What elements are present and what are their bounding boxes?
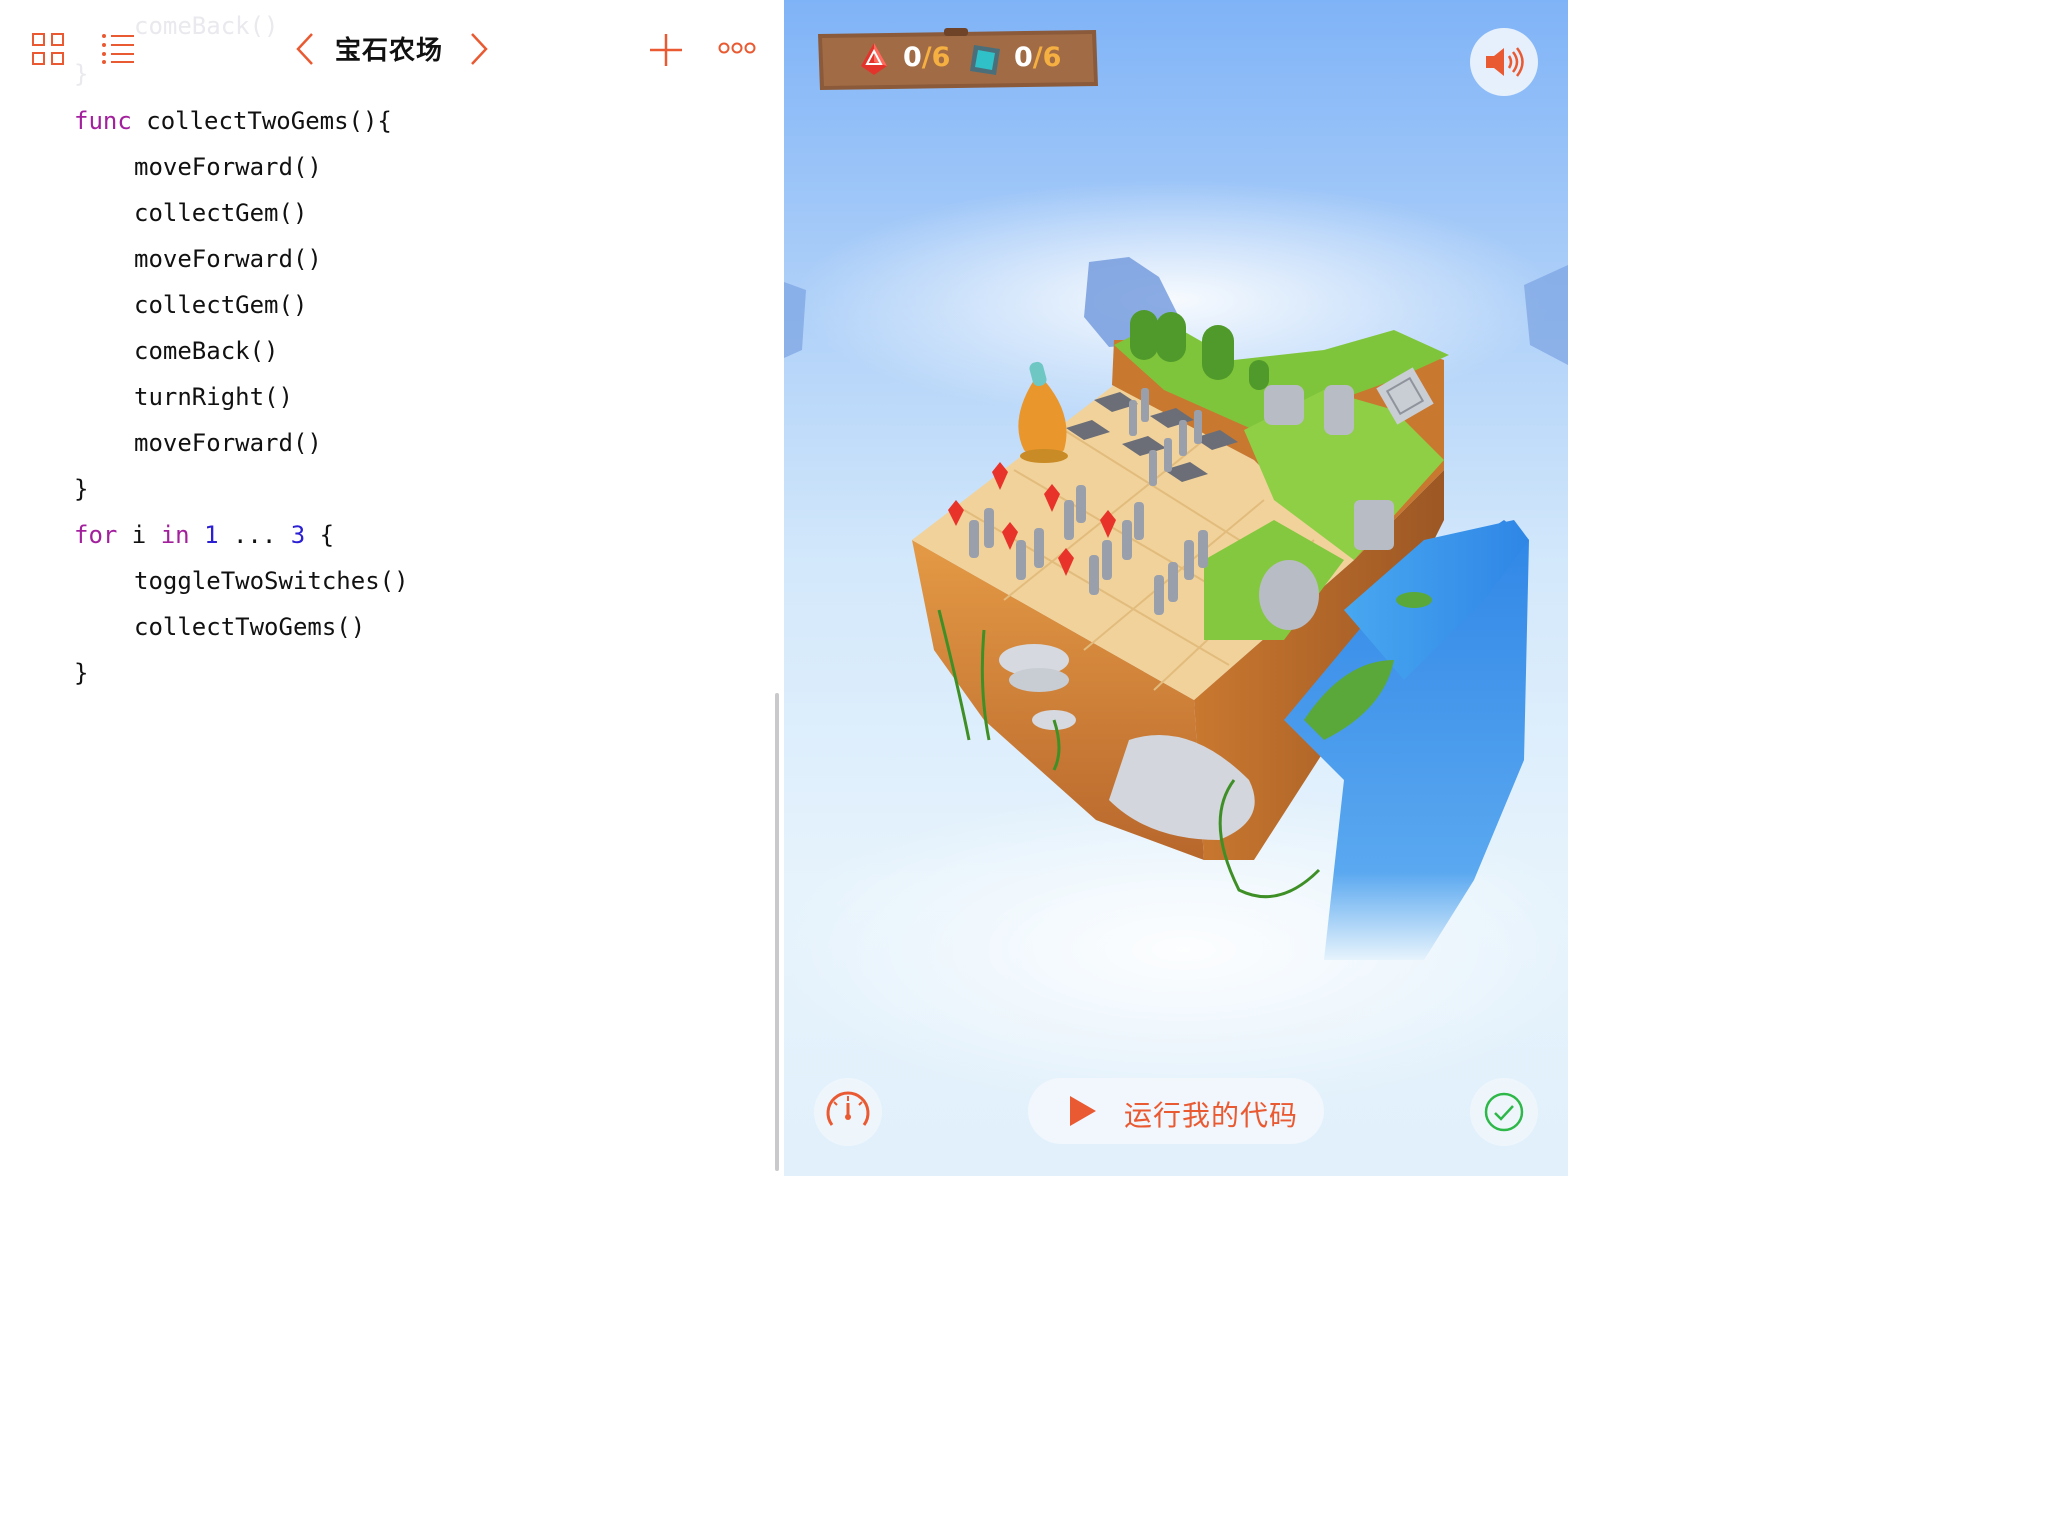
code-text: { (305, 521, 335, 549)
code-line[interactable]: } (74, 466, 409, 512)
gem-icon (861, 43, 887, 75)
sound-button[interactable] (1470, 28, 1538, 96)
gem-count: 0 (903, 42, 922, 73)
list-icon[interactable] (101, 33, 135, 69)
play-icon (1070, 1096, 1096, 1126)
gem-counter: 0/6 (903, 42, 950, 73)
code-line[interactable]: collectGem() (74, 282, 409, 328)
code-line[interactable]: for i in 1 ... 3 { (74, 512, 409, 558)
plus-icon[interactable] (649, 33, 683, 71)
keyword: for (74, 521, 118, 549)
code-line[interactable]: toggleTwoSwitches() (74, 558, 409, 604)
number-literal: 3 (290, 521, 306, 549)
puzzle-world-illustration (784, 180, 1568, 1110)
speed-button[interactable] (814, 1078, 882, 1146)
scrollbar[interactable] (775, 693, 779, 1171)
number-literal: 1 (204, 521, 219, 549)
run-code-button[interactable]: 运行我的代码 (1028, 1078, 1324, 1144)
code-line[interactable]: } (74, 650, 409, 696)
switch-counter: 0/6 (1014, 42, 1061, 73)
code-text: i (117, 521, 161, 549)
more-icon[interactable] (718, 40, 756, 60)
check-button[interactable] (1470, 1078, 1538, 1146)
code-block[interactable]: func collectTwoGems(){ moveForward() col… (74, 98, 409, 696)
code-line[interactable]: moveForward() (74, 420, 409, 466)
code-line[interactable]: moveForward() (74, 144, 409, 190)
code-text: ... (218, 521, 291, 549)
scoreboard: 0/6 0/6 (816, 28, 1098, 92)
chevron-left-icon[interactable] (294, 32, 316, 70)
code-line[interactable]: func collectTwoGems(){ (74, 98, 409, 144)
run-code-label: 运行我的代码 (1124, 1099, 1299, 1132)
grid-icon[interactable] (32, 33, 64, 69)
code-line[interactable]: comeBack() (74, 328, 409, 374)
speedometer-icon (826, 1091, 870, 1126)
page-title: 宝石农场 (335, 36, 444, 66)
checkmark-icon (1484, 1092, 1524, 1132)
puzzle-scene: 0/6 0/6 运行我的代码 (784, 0, 1568, 1176)
switch-icon (970, 45, 1000, 75)
chevron-right-icon[interactable] (468, 32, 490, 70)
speaker-icon (1486, 47, 1524, 77)
keyword: func (74, 107, 132, 135)
code-text: collectTwoGems(){ (131, 107, 392, 135)
switch-count: 0 (1014, 42, 1033, 73)
code-line[interactable]: collectTwoGems() (74, 604, 409, 650)
editor-toolbar: 宝石农场 (0, 0, 784, 100)
code-line[interactable]: turnRight() (74, 374, 409, 420)
code-editor[interactable]: comeBack() } 宝石农场 func collectTwoGems(){… (0, 0, 784, 1176)
keyword: in (160, 521, 190, 549)
switch-total: /6 (1032, 42, 1062, 73)
gem-total: /6 (921, 42, 951, 73)
code-line[interactable]: moveForward() (74, 236, 409, 282)
code-line[interactable]: collectGem() (74, 190, 409, 236)
